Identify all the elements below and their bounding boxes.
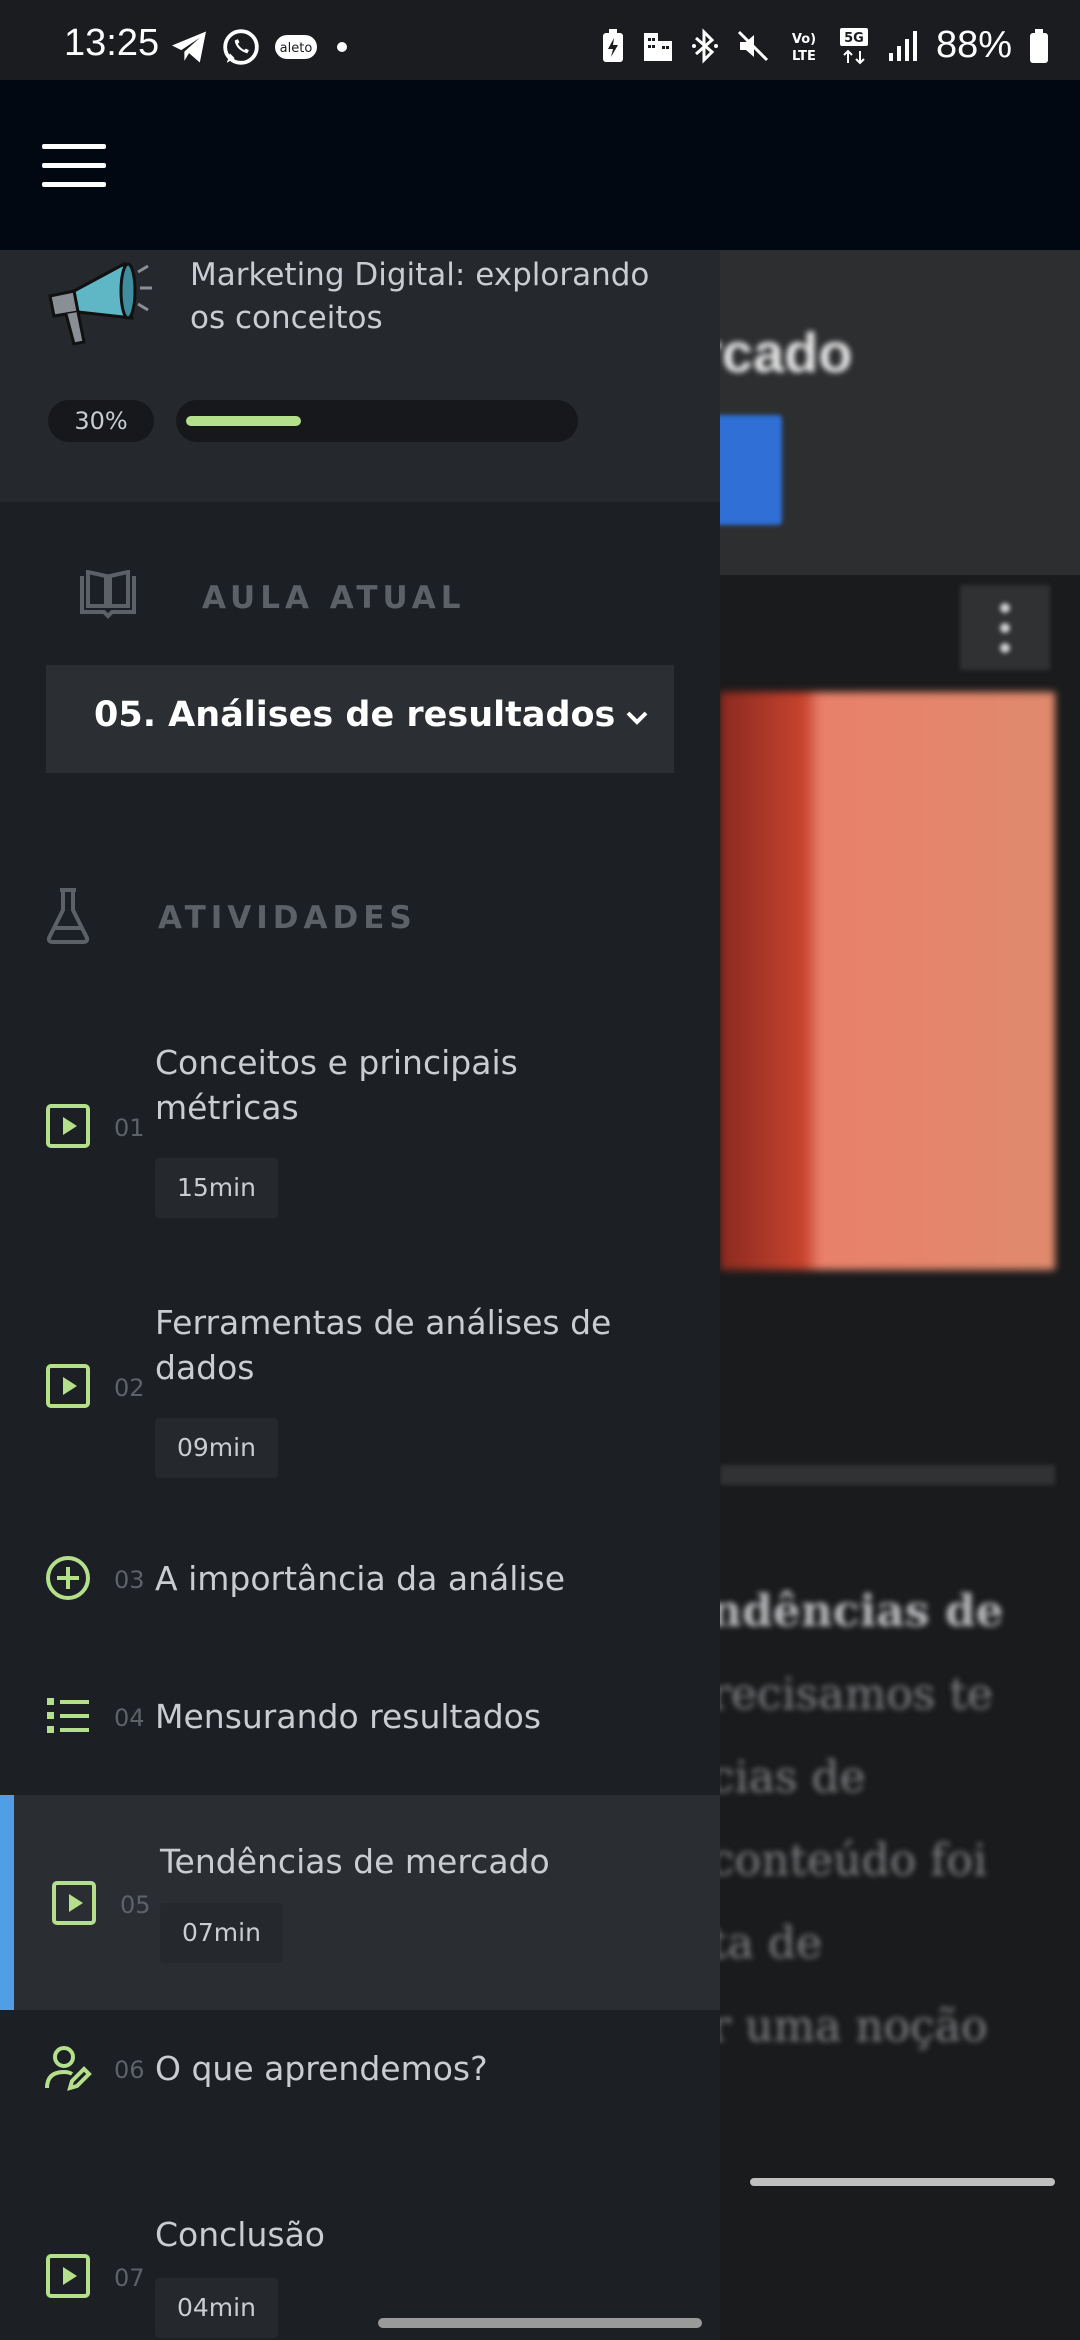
activity-number: 06 bbox=[114, 2056, 145, 2084]
background-header: rcado bbox=[720, 250, 1080, 575]
activity-item-07[interactable]: 07 Conclusão 04min bbox=[0, 2170, 720, 2340]
active-indicator bbox=[0, 1795, 14, 2010]
more-options-icon bbox=[960, 585, 1050, 670]
top-app-bar bbox=[0, 80, 1080, 250]
activity-duration: 07min bbox=[160, 1903, 283, 1963]
activity-number: 04 bbox=[114, 1704, 145, 1732]
signal-icon bbox=[888, 30, 917, 61]
selected-lesson: 05. Análises de resultados bbox=[94, 695, 616, 735]
activity-number: 01 bbox=[114, 1114, 145, 1142]
activity-item-01[interactable]: 01 Conceitos e principais métricas 15min bbox=[0, 1020, 720, 1218]
background-text-line: recisamos te bbox=[720, 1669, 994, 1720]
activity-item-02[interactable]: 02 Ferramentas de análises de dados 09mi… bbox=[0, 1280, 720, 1478]
activity-number: 03 bbox=[114, 1566, 145, 1594]
dot-icon bbox=[337, 42, 347, 52]
activity-title: Conceitos e principais métricas bbox=[155, 1043, 518, 1127]
video-play-icon bbox=[46, 1104, 90, 1148]
background-text-line: r uma noção bbox=[720, 2001, 988, 2052]
course-card: Marketing Digital: explorando os conceit… bbox=[0, 250, 720, 502]
mute-icon bbox=[737, 30, 768, 61]
whatsapp-icon bbox=[223, 29, 259, 65]
video-play-icon bbox=[46, 1364, 90, 1408]
svg-text:Vo): Vo) bbox=[792, 32, 816, 47]
activity-number: 02 bbox=[114, 1374, 145, 1402]
background-text-line: cias de bbox=[720, 1752, 866, 1803]
current-lesson-label: AULA ATUAL bbox=[202, 580, 466, 616]
flask-icon bbox=[46, 888, 90, 944]
progress-percent: 30% bbox=[48, 400, 154, 442]
system-icons: Vo) LTE 5G 88% bbox=[600, 24, 1050, 67]
activity-title: Tendências de mercado bbox=[160, 1842, 550, 1881]
lesson-select-dropdown[interactable]: 05. Análises de resultados bbox=[46, 665, 674, 773]
video-play-icon bbox=[52, 1881, 96, 1925]
battery-saver-icon bbox=[602, 28, 623, 62]
bluetooth-icon bbox=[691, 27, 718, 64]
activity-title: A importância da análise bbox=[155, 1559, 566, 1598]
background-scrollbar bbox=[750, 2178, 1055, 2186]
status-bar: 13:25 aleto Vo) LTE 5G 88% bbox=[0, 0, 1080, 80]
plus-circle-icon bbox=[46, 1556, 90, 1600]
navigation-drawer: Marketing Digital: explorando os conceit… bbox=[0, 250, 720, 2340]
svg-text:5G: 5G bbox=[844, 31, 864, 46]
megaphone-icon bbox=[48, 261, 152, 346]
building-icon bbox=[643, 32, 672, 61]
activity-item-05[interactable]: 05 Tendências de mercado 07min bbox=[0, 1795, 720, 2010]
progress-bar bbox=[176, 400, 578, 442]
activities-label: ATIVIDADES bbox=[158, 900, 417, 936]
telegram-icon bbox=[172, 31, 206, 63]
background-lesson-page: rcado ndências de recisamos te cias de c… bbox=[720, 250, 1080, 2340]
book-icon bbox=[80, 570, 136, 619]
background-title: rcado bbox=[720, 321, 853, 384]
list-icon bbox=[47, 1698, 89, 1733]
status-time: 13:25 bbox=[64, 22, 160, 64]
svg-text:aleto: aleto bbox=[280, 41, 313, 56]
chevron-down-icon bbox=[626, 711, 648, 725]
battery-icon bbox=[1030, 28, 1048, 63]
svg-text:LTE: LTE bbox=[792, 49, 816, 64]
background-text-line: ndências de bbox=[720, 1586, 1004, 1637]
activity-item-03[interactable]: 03 A importância da análise bbox=[0, 1540, 720, 1650]
5g-icon: 5G bbox=[839, 27, 868, 64]
user-edit-icon bbox=[45, 2046, 92, 2091]
background-video-thumbnail bbox=[720, 692, 1055, 1270]
activity-title: Conclusão bbox=[155, 2215, 325, 2254]
activity-duration: 04min bbox=[155, 2278, 278, 2338]
notification-icons: aleto bbox=[170, 28, 352, 66]
video-play-icon bbox=[46, 2254, 90, 2298]
aleto-icon: aleto bbox=[275, 35, 317, 59]
home-indicator[interactable] bbox=[378, 2318, 702, 2328]
activity-duration: 09min bbox=[155, 1418, 278, 1478]
activity-item-04[interactable]: 04 Mensurando resultados bbox=[0, 1678, 720, 1788]
activity-item-06[interactable]: 06 O que aprendemos? bbox=[0, 2030, 720, 2140]
volte-icon: Vo) LTE bbox=[792, 32, 816, 64]
background-text-line: ta de bbox=[720, 1918, 823, 1969]
activity-title: Mensurando resultados bbox=[155, 1697, 542, 1736]
hamburger-menu-icon[interactable] bbox=[42, 144, 106, 188]
activity-title: O que aprendemos? bbox=[155, 2049, 488, 2088]
course-title: Marketing Digital: explorando os conceit… bbox=[190, 257, 650, 336]
background-text-line: conteúdo foi bbox=[720, 1835, 988, 1886]
background-divider bbox=[720, 1465, 1055, 1485]
activity-duration: 15min bbox=[155, 1158, 278, 1218]
background-article-text: ndências de recisamos te cias de conteúd… bbox=[720, 1570, 1070, 2068]
activity-number: 05 bbox=[120, 1891, 151, 1919]
background-button bbox=[720, 415, 782, 525]
activity-title: Ferramentas de análises de dados bbox=[155, 1303, 612, 1387]
progress-bar-fill bbox=[186, 416, 301, 426]
battery-percent: 88% bbox=[935, 24, 1012, 66]
activity-number: 07 bbox=[114, 2264, 145, 2292]
